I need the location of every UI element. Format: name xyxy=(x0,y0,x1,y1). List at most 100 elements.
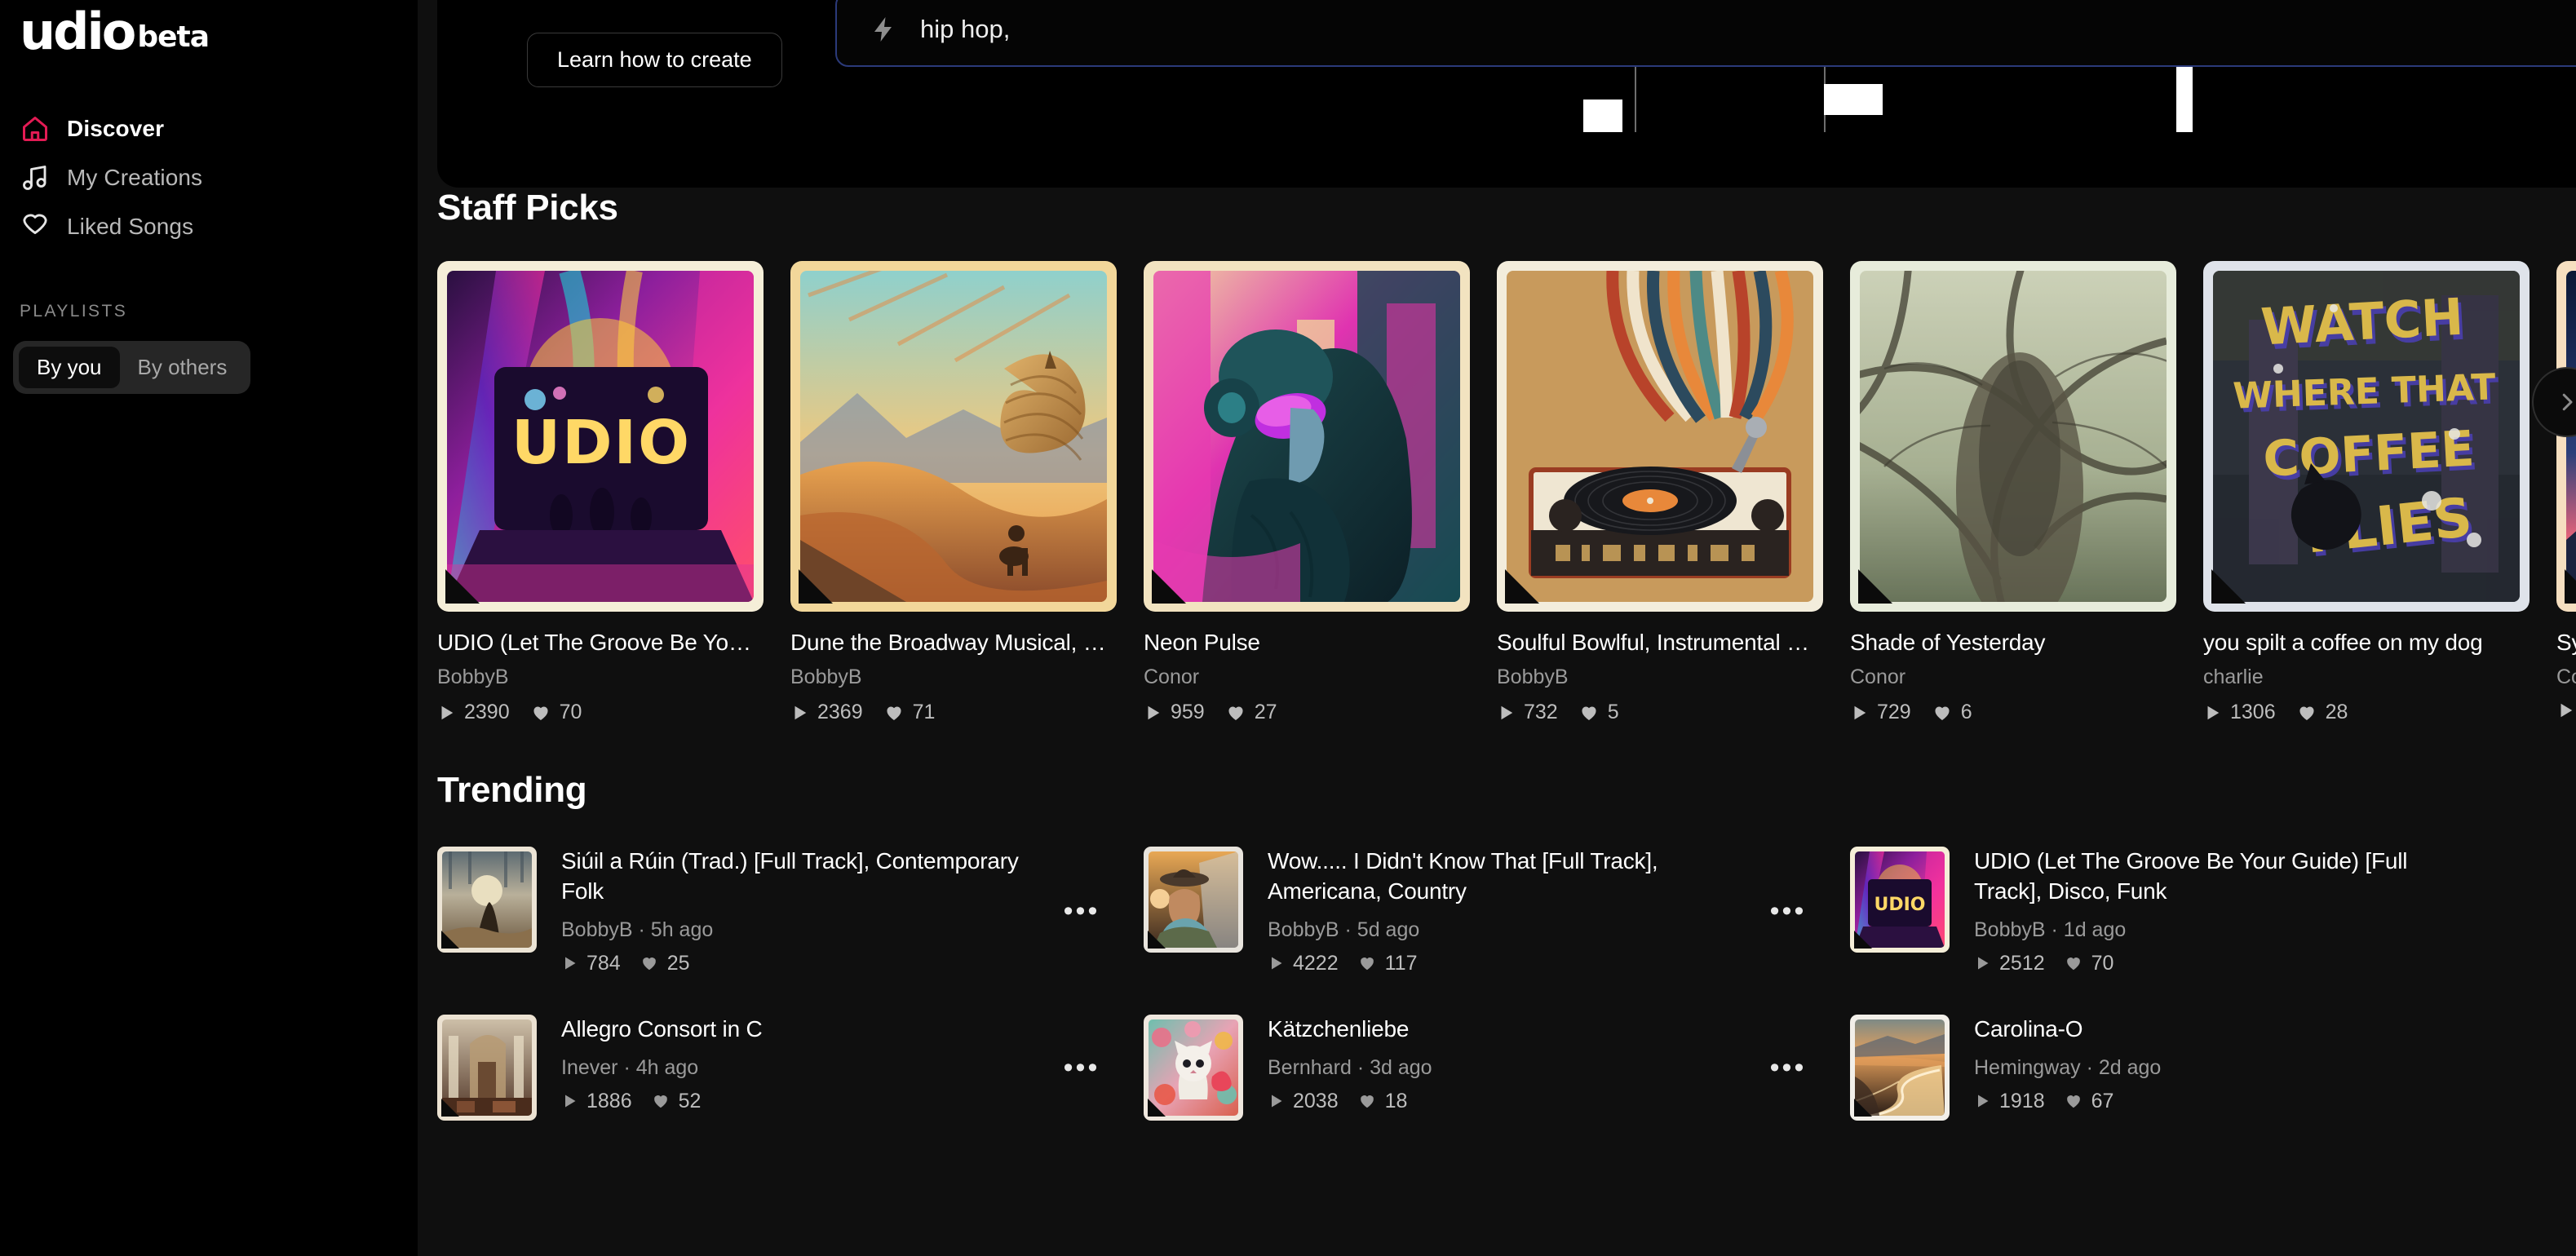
song-artist: BobbyB xyxy=(437,666,509,688)
song-stats: 2390 70 xyxy=(437,701,764,724)
song-stats xyxy=(2556,701,2576,720)
song-title: Carolina-O xyxy=(1974,1015,2083,1042)
staff-pick-card[interactable]: Dune the Broadway Musical, Sh... BobbyB … xyxy=(790,261,1117,724)
play-count xyxy=(2556,701,2576,720)
meta-separator: · xyxy=(1344,918,1357,941)
song-timestamp: 5d ago xyxy=(1357,918,1420,941)
song-artwork[interactable] xyxy=(1850,1014,1950,1121)
play-count: 2038 xyxy=(1268,1090,1339,1113)
logo-wordmark: udio xyxy=(20,2,136,61)
play-icon xyxy=(565,957,576,970)
song-stats: 2512 70 xyxy=(1974,952,2445,975)
staff-pick-card[interactable]: Sy Co xyxy=(2556,261,2576,724)
toggle-option-by-others[interactable]: By others xyxy=(120,347,246,388)
song-stats: 1306 28 xyxy=(2203,701,2530,724)
svg-text:WATCH: WATCH xyxy=(2260,287,2465,357)
play-icon xyxy=(2207,705,2220,719)
staff-pick-card[interactable]: Shade of Yesterday Conor 729 6 xyxy=(1850,261,2176,724)
like-count: 28 xyxy=(2297,701,2348,724)
staff-pick-card[interactable]: Soulful Bowlful, Instrumental Hi... Bobb… xyxy=(1497,261,1823,724)
song-artist: Hemingway xyxy=(1974,1055,2081,1079)
play-icon xyxy=(1272,957,1282,970)
more-horizontal-icon[interactable]: ••• xyxy=(1057,1054,1106,1081)
play-icon xyxy=(1854,705,1866,719)
like-count: 70 xyxy=(531,701,582,724)
sidebar-item-liked-songs[interactable]: Liked Songs xyxy=(0,202,418,251)
more-horizontal-icon[interactable]: ••• xyxy=(1764,897,1812,925)
song-artwork[interactable] xyxy=(1144,847,1243,953)
meta-separator: · xyxy=(2051,918,2064,941)
heart-icon xyxy=(2299,705,2314,720)
song-artist: BobbyB xyxy=(561,918,633,941)
like-count: 27 xyxy=(1226,701,1277,724)
card-corner-notch xyxy=(799,569,833,604)
sidebar-item-label: My Creations xyxy=(67,165,203,190)
more-horizontal-icon[interactable]: ••• xyxy=(1764,1054,1812,1081)
meta-separator: · xyxy=(623,1055,636,1079)
song-artwork[interactable] xyxy=(1850,261,2176,612)
like-count: 25 xyxy=(640,952,690,975)
home-icon xyxy=(20,113,51,144)
card-corner-notch xyxy=(1854,931,1872,949)
song-artwork[interactable] xyxy=(437,847,537,953)
more-horizontal-icon[interactable]: ••• xyxy=(1057,897,1106,925)
trending-item-info: Siúil a Rúin (Trad.) [Full Track], Conte… xyxy=(561,847,1033,975)
staff-pick-card[interactable]: UDIO UDIO (Let The Groove Be Your ... Bo… xyxy=(437,261,764,724)
song-title: Kätzchenliebe xyxy=(1268,1015,1410,1042)
play-icon xyxy=(1148,705,1160,719)
song-title: Sy xyxy=(2556,630,2576,655)
sidebar-nav: Discover My Creations Liked Songs xyxy=(0,104,418,251)
song-title: you spilt a coffee on my dog xyxy=(2203,630,2483,655)
song-stats: 959 27 xyxy=(1144,701,1470,724)
song-title: Soulful Bowlful, Instrumental Hi... xyxy=(1497,630,1823,655)
song-artwork[interactable] xyxy=(1497,261,1823,612)
toggle-option-by-you[interactable]: By you xyxy=(19,347,120,388)
song-stats: 729 6 xyxy=(1850,701,2176,724)
prompt-bar[interactable]: hip hop, Create xyxy=(835,0,2576,67)
udio-app: udio beta Discover My Creations Liked So… xyxy=(0,0,2576,1256)
card-corner-notch xyxy=(2565,569,2576,604)
staff-pick-card[interactable]: WATCH WATCH WHERE THAT WHERE THAT COFFEE… xyxy=(2203,261,2530,724)
song-artist: Bernhard xyxy=(1268,1055,1352,1079)
play-count: 1918 xyxy=(1974,1090,2045,1113)
song-artwork[interactable] xyxy=(1144,261,1470,612)
trending-item-info: Carolina-O Hemingway · 2d ago 1918 67 xyxy=(1974,1015,2445,1113)
sidebar-item-label: Liked Songs xyxy=(67,214,194,239)
song-artist: Co xyxy=(2556,666,2576,688)
logo[interactable]: udio beta xyxy=(0,0,418,82)
sidebar-item-label: Discover xyxy=(67,116,165,141)
trending-item[interactable]: Wow..... I Didn't Know That [Full Track]… xyxy=(1144,847,1850,975)
svg-text:UDIO: UDIO xyxy=(1874,895,1925,915)
song-artwork[interactable] xyxy=(1144,1014,1243,1121)
trending-item[interactable]: Siúil a Rúin (Trad.) [Full Track], Conte… xyxy=(437,847,1144,975)
trending-item[interactable]: Carolina-O Hemingway · 2d ago 1918 67 xyxy=(1850,1014,2556,1121)
staff-pick-card[interactable]: Neon Pulse Conor 959 27 xyxy=(1144,261,1470,724)
song-artwork[interactable]: UDIO xyxy=(1850,847,1950,953)
song-title: Dune the Broadway Musical, Sh... xyxy=(790,630,1117,655)
song-stats: 1886 52 xyxy=(561,1090,1033,1113)
heart-icon xyxy=(653,1095,667,1108)
heart-icon xyxy=(533,705,548,720)
prompt-input[interactable]: hip hop, xyxy=(920,15,2574,44)
play-count: 729 xyxy=(1850,701,1911,724)
song-artwork[interactable]: WATCH WATCH WHERE THAT WHERE THAT COFFEE… xyxy=(2203,261,2530,612)
trending-item[interactable]: Allegro Consort in C Inever · 4h ago 188… xyxy=(437,1014,1144,1121)
song-artwork[interactable] xyxy=(790,261,1117,612)
like-count: 6 xyxy=(1932,701,1972,724)
trending-item[interactable]: Kätzchenliebe Bernhard · 3d ago 2038 18 xyxy=(1144,1014,1850,1121)
like-count: 70 xyxy=(2065,952,2113,975)
song-artwork[interactable]: UDIO xyxy=(437,261,764,612)
play-count: 1886 xyxy=(561,1090,632,1113)
song-stats: 2038 18 xyxy=(1268,1090,1739,1113)
playlists-header: PLAYLISTS xyxy=(20,302,128,321)
play-count: 2390 xyxy=(437,701,510,724)
sidebar-item-discover[interactable]: Discover xyxy=(0,104,418,153)
learn-how-to-create-button[interactable]: Learn how to create xyxy=(527,33,782,87)
song-timestamp: 2d ago xyxy=(2098,1055,2162,1079)
trending-item[interactable]: UDIO UDIO (Let The Groove Be Your Guide)… xyxy=(1850,847,2556,975)
play-icon xyxy=(1978,957,1989,970)
song-artwork[interactable] xyxy=(437,1014,537,1121)
play-icon xyxy=(1501,705,1513,719)
heart-icon xyxy=(1360,957,1374,971)
sidebar-item-my-creations[interactable]: My Creations xyxy=(0,153,418,202)
